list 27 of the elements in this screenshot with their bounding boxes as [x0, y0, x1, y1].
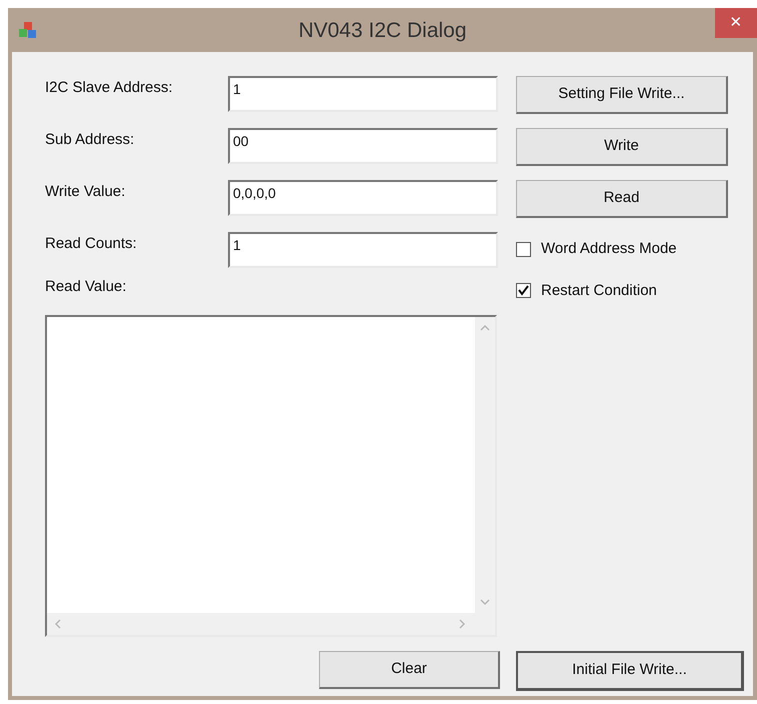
input-field[interactable]: 1	[228, 232, 498, 268]
field-label: Sub Address:	[45, 130, 136, 150]
action-button[interactable]: Initial File Write...	[516, 650, 744, 690]
action-button[interactable]: Write	[516, 128, 728, 166]
action-button[interactable]: Read	[516, 180, 728, 218]
action-button[interactable]: Setting File Write...	[516, 76, 728, 114]
field-label: Write Value:	[45, 182, 126, 202]
checkbox-label: Word Address Mode	[541, 239, 677, 259]
field-label: I2C Slave Address:	[45, 78, 174, 98]
read-value-label: Read Value:	[45, 277, 126, 297]
close-button[interactable]: ✕	[715, 8, 757, 38]
action-button[interactable]: Clear	[319, 650, 500, 688]
scroll-left-icon[interactable]	[53, 618, 63, 628]
app-icon	[17, 21, 39, 41]
checkbox-label: Restart Condition	[541, 280, 657, 300]
field-label: Read Counts:	[45, 234, 138, 254]
scroll-up-icon[interactable]	[480, 322, 490, 332]
window-title: NV043 I2C Dialog	[298, 18, 467, 44]
read-value-area[interactable]	[45, 314, 497, 636]
input-field[interactable]: 00	[228, 128, 498, 164]
input-field[interactable]: 1	[228, 76, 498, 112]
checkbox[interactable]	[516, 242, 531, 257]
scroll-right-icon[interactable]	[457, 618, 467, 628]
check-icon	[518, 285, 529, 296]
input-field[interactable]: 0,0,0,0	[228, 180, 498, 216]
checkbox[interactable]	[516, 283, 531, 298]
scroll-down-icon[interactable]	[480, 596, 490, 606]
